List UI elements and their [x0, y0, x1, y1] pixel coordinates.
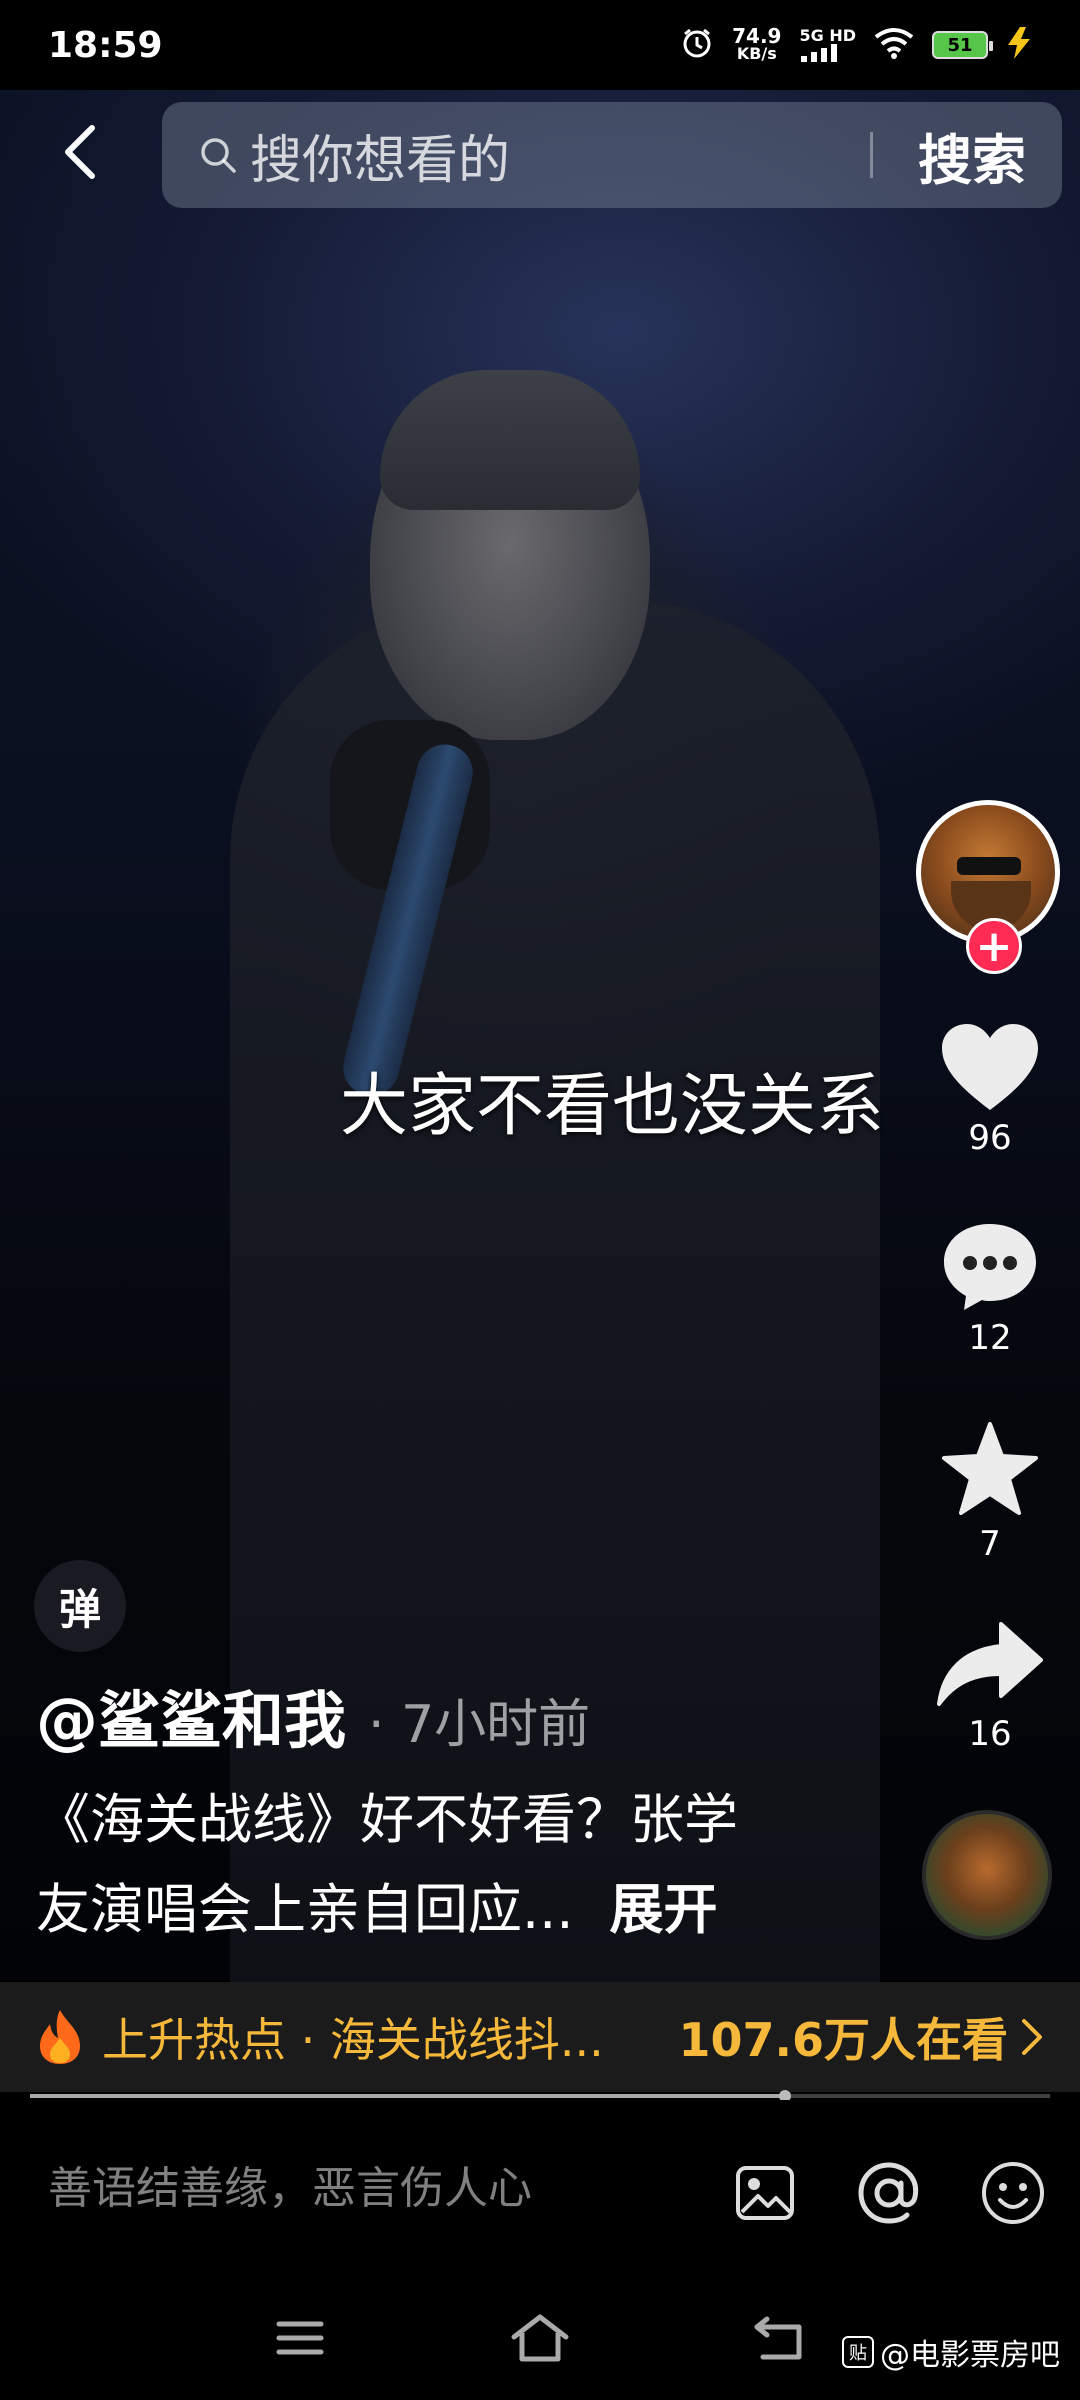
- home-icon: [511, 2314, 569, 2362]
- description-line-1: 《海关战线》好不好看？张学: [36, 1788, 738, 1851]
- share-count: 16: [968, 1714, 1012, 1754]
- charging-icon: [1006, 27, 1032, 63]
- post-meta: @鲨鲨和我 · 7小时前: [36, 1670, 590, 1760]
- signal-label: 5G HD: [799, 26, 856, 45]
- video-feed-screen: 18:59 74.9 KB/s 5G HD 51 搜你想看的 搜索 大家不看也没…: [0, 0, 1080, 2400]
- like-count: 96: [968, 1118, 1012, 1158]
- favorite-button[interactable]: 7: [900, 1420, 1080, 1564]
- danmaku-toggle[interactable]: 弹: [34, 1560, 126, 1652]
- menu-icon: [276, 2321, 324, 2355]
- hot-topic-text: 上升热点 · 海关战线抖...: [102, 2013, 604, 2067]
- comment-input[interactable]: 善语结善缘，恶言伤人心: [48, 2152, 532, 2216]
- comment-button[interactable]: 12: [900, 1220, 1080, 1358]
- description-line-2-row: 友演唱会上亲自回应... 展开: [36, 1865, 816, 1955]
- image-button[interactable]: [732, 2160, 798, 2226]
- search-icon: [198, 135, 238, 175]
- system-back-button[interactable]: [745, 2308, 815, 2368]
- hot-viewers-count: 107.6万人在看: [678, 2013, 1008, 2067]
- favorite-count: 7: [979, 1524, 1001, 1564]
- video-progress-bar[interactable]: [30, 2090, 1050, 2102]
- emoji-button[interactable]: [980, 2160, 1046, 2226]
- author-name[interactable]: @鲨鲨和我: [36, 1670, 346, 1760]
- watermark-text: @电影票房吧: [880, 2338, 1060, 2373]
- network-speed-unit: KB/s: [736, 44, 777, 63]
- post-description[interactable]: 《海关战线》好不好看？张学 友演唱会上亲自回应... 展开: [36, 1775, 816, 1955]
- network-speed: 74.9 KB/s: [732, 24, 782, 63]
- search-button[interactable]: 搜索: [918, 102, 1026, 208]
- comment-bar: 善语结善缘，恶言伤人心: [0, 2100, 1080, 2280]
- like-button[interactable]: 96: [900, 1020, 1080, 1158]
- follow-button[interactable]: +: [966, 918, 1022, 974]
- signal-icon: 5G HD: [799, 28, 856, 62]
- singer-hair: [380, 370, 640, 510]
- heart-icon: [942, 1024, 1038, 1110]
- comment-count: 12: [968, 1318, 1012, 1358]
- at-sign-icon: [858, 2162, 919, 2224]
- search-input[interactable]: 搜你想看的 搜索: [162, 102, 1062, 208]
- alarm-icon: [680, 26, 714, 64]
- recent-apps-button[interactable]: [265, 2308, 335, 2368]
- watermark-logo: 贴: [842, 2336, 874, 2368]
- comment-icon: [944, 1224, 1036, 1310]
- mention-button[interactable]: [856, 2160, 922, 2226]
- music-disc[interactable]: [922, 1810, 1052, 1940]
- chevron-right-icon: [1022, 2019, 1042, 2055]
- video-subtitle: 大家不看也没关系: [340, 1067, 885, 1146]
- status-icons: 74.9 KB/s 5G HD 51: [680, 26, 1032, 64]
- system-nav-bar: 贴 @电影票房吧: [0, 2280, 1080, 2400]
- image-icon: [736, 2166, 794, 2220]
- wifi-icon: [874, 27, 914, 63]
- share-button[interactable]: 16: [900, 1620, 1080, 1754]
- share-arrow-icon: [937, 1622, 1043, 1706]
- search-divider: [870, 132, 873, 178]
- home-button[interactable]: [505, 2308, 575, 2368]
- post-time: · 7小时前: [368, 1695, 591, 1755]
- chevron-left-icon: [65, 125, 95, 179]
- avatar-sunglasses: [957, 857, 1021, 875]
- network-speed-value: 74.9: [732, 24, 782, 48]
- progress-fill: [30, 2094, 785, 2098]
- author-avatar[interactable]: +: [916, 800, 1060, 974]
- return-icon: [754, 2316, 802, 2360]
- top-search-bar: 搜你想看的 搜索: [0, 100, 1080, 210]
- expand-button[interactable]: 展开: [610, 1865, 718, 1955]
- battery-indicator: 51: [932, 31, 993, 59]
- status-bar: 18:59 74.9 KB/s 5G HD 51: [0, 0, 1080, 90]
- back-button[interactable]: [50, 122, 110, 182]
- status-time: 18:59: [48, 24, 163, 66]
- star-icon: [942, 1422, 1038, 1515]
- hot-topic-bar[interactable]: 上升热点 · 海关战线抖... 107.6万人在看: [0, 1982, 1080, 2092]
- flame-icon: [40, 2010, 80, 2064]
- smiley-icon: [982, 2162, 1044, 2224]
- watermark: 贴 @电影票房吧: [842, 2330, 1060, 2374]
- description-line-2: 友演唱会上亲自回应...: [36, 1878, 574, 1941]
- search-placeholder: 搜你想看的: [250, 130, 511, 191]
